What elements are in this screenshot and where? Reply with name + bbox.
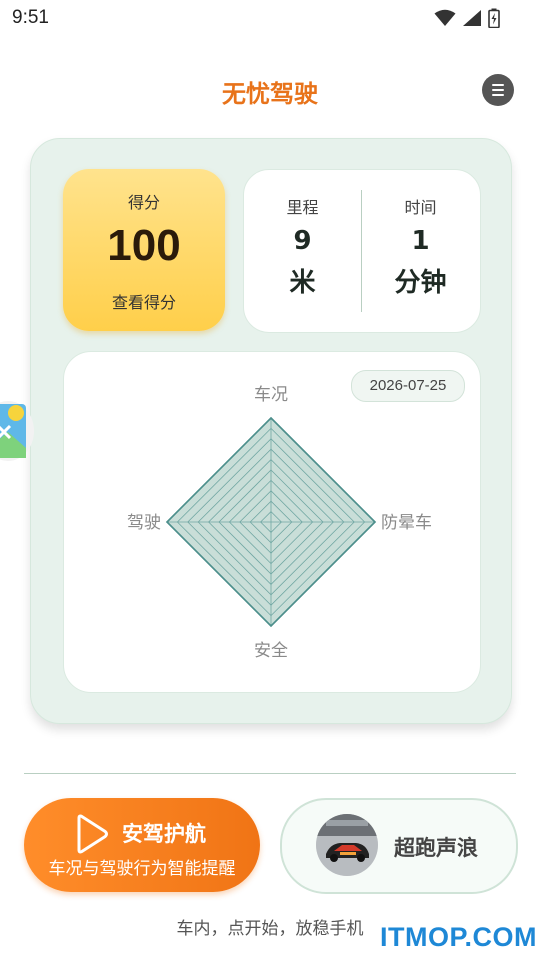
- wifi-icon: [434, 9, 456, 26]
- mileage-unit: 米: [289, 268, 316, 298]
- car-image-icon: [316, 814, 378, 876]
- app-title: 无忧驾驶: [222, 80, 318, 108]
- nav-subtitle: 车况与驾驶行为智能提醒: [48, 859, 236, 879]
- stats-card: 里程 9 米 时间 1 分钟: [243, 169, 481, 333]
- time-unit: 分钟: [394, 268, 447, 298]
- nav-title: 安驾护航: [122, 822, 206, 846]
- supercar-thumbnail: [316, 814, 378, 876]
- status-bar: 9:51: [0, 0, 540, 36]
- radar-axis-label: 防晕车: [381, 513, 432, 533]
- start-navigation-button[interactable]: 安驾护航 车况与驾驶行为智能提醒: [24, 798, 260, 892]
- menu-button[interactable]: [482, 74, 514, 106]
- radar-axis-label: 驾驶: [127, 513, 161, 533]
- radar-card: 车况防晕车安全 驾驶 2026-07-25: [63, 351, 481, 693]
- score-value: 100: [107, 221, 181, 270]
- time-stat: 时间 1 分钟: [362, 170, 479, 332]
- score-card[interactable]: 得分 100 查看得分: [63, 169, 225, 331]
- date-pill[interactable]: 2026-07-25: [351, 370, 465, 402]
- battery-icon: [488, 8, 500, 28]
- view-score-link[interactable]: 查看得分: [63, 289, 225, 313]
- radar-data-area: [165, 416, 377, 628]
- floating-widget[interactable]: [0, 396, 34, 466]
- summary-card: 得分 100 查看得分 里程 9 米 时间 1 分钟 车况防晕车安全 驾驶 202…: [30, 138, 512, 724]
- mileage-label: 里程: [286, 198, 319, 217]
- watermark-text: ITMOP.COM: [380, 922, 538, 952]
- score-label: 得分: [127, 193, 160, 212]
- time-value: 1: [411, 226, 430, 256]
- status-time: 9:51: [12, 7, 49, 28]
- signal-icon: [463, 10, 481, 26]
- status-icons: [434, 8, 500, 28]
- radar-axis-label: 安全: [254, 641, 288, 661]
- time-label: 时间: [404, 198, 437, 217]
- play-icon: [77, 814, 108, 854]
- radar-chart: 车况防晕车安全 驾驶: [127, 385, 432, 661]
- radar-axis-label: 车况: [254, 385, 288, 405]
- floating-image-icon: [0, 401, 34, 461]
- section-divider: [24, 773, 516, 774]
- mileage-value: 9: [293, 226, 312, 256]
- sound-label: 超跑声浪: [394, 836, 478, 860]
- mileage-stat: 里程 9 米: [244, 170, 361, 332]
- supercar-sound-button[interactable]: 超跑声浪: [280, 798, 518, 894]
